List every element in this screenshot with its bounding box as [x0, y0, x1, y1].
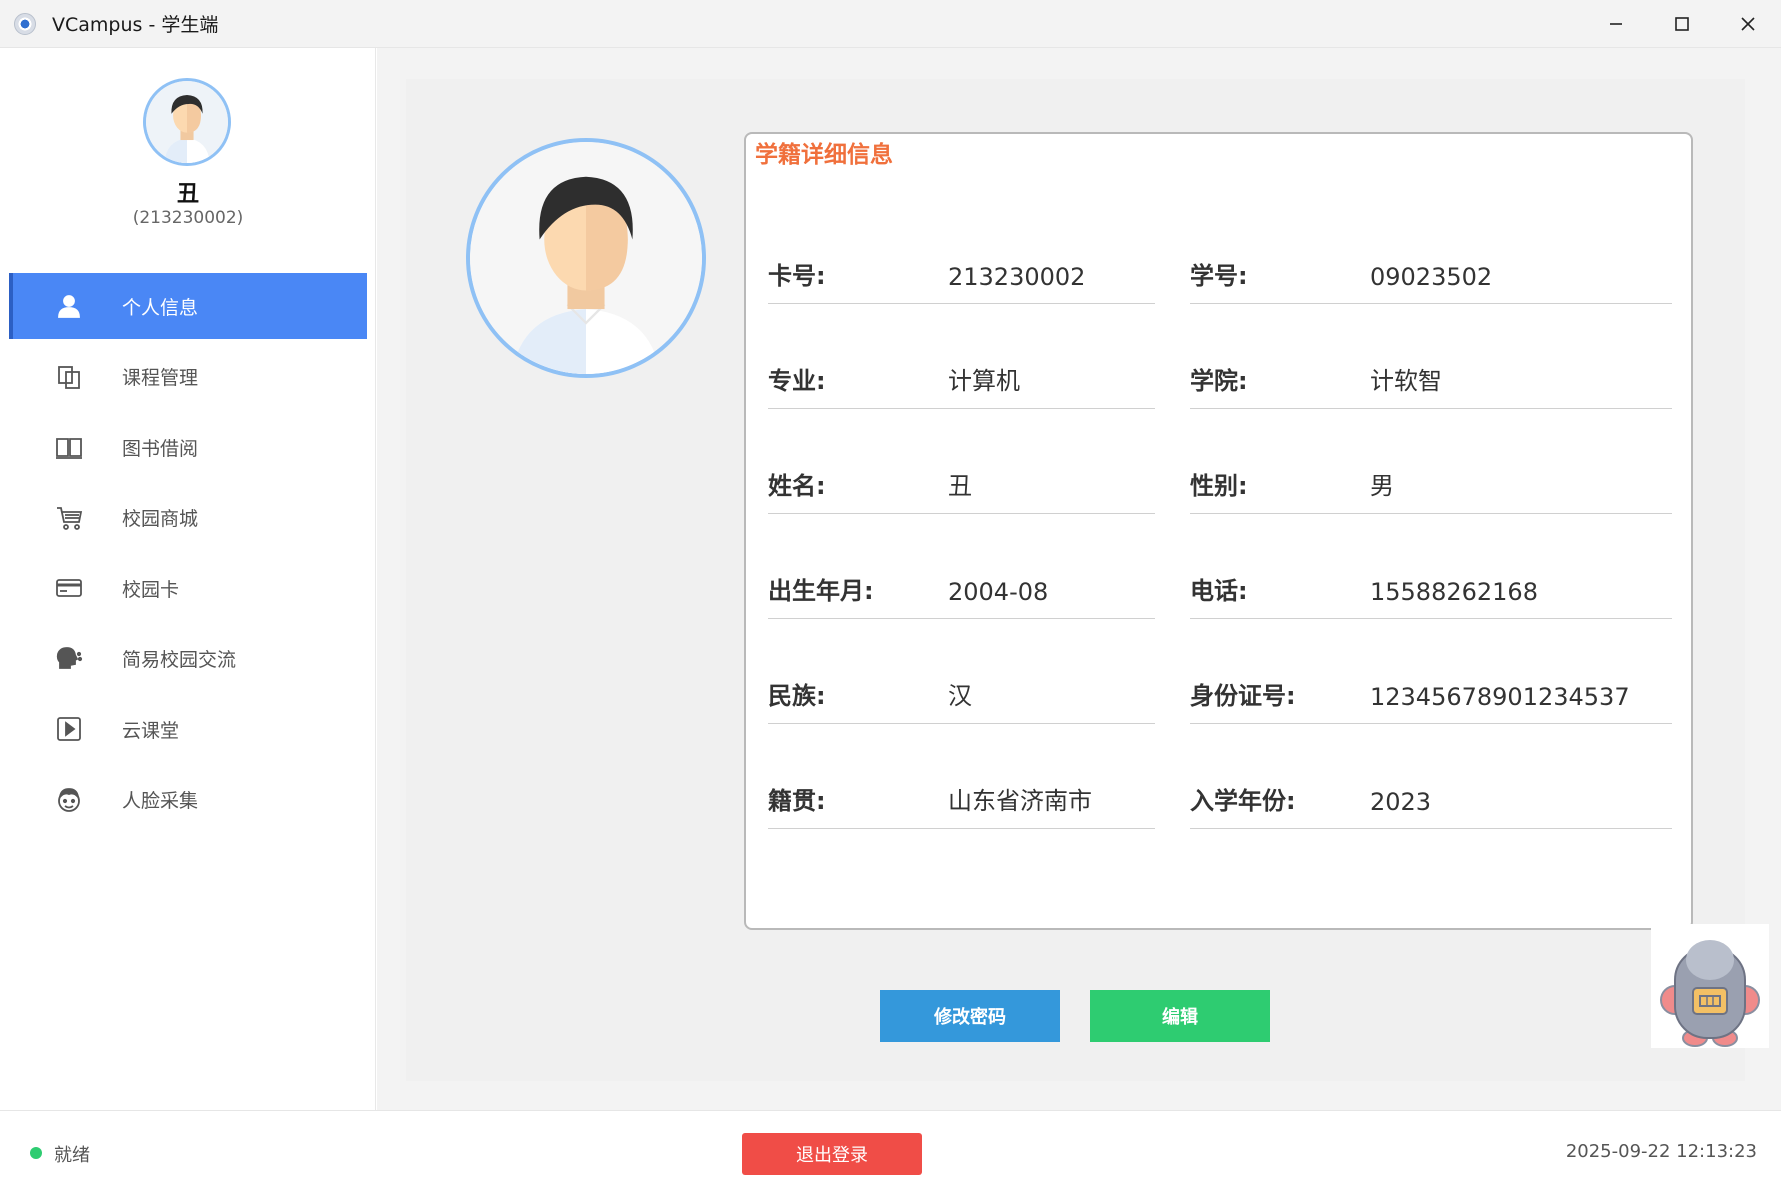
field-label: 学号: — [1190, 262, 1248, 290]
cart-icon — [54, 503, 84, 533]
field-value: 计软智 — [1370, 367, 1442, 395]
field-name: 姓名: 丑 — [768, 454, 1155, 514]
edit-button[interactable]: 编辑 — [1090, 990, 1270, 1042]
field-label: 入学年份: — [1190, 787, 1296, 815]
field-value: 213230002 — [948, 263, 1086, 291]
window-title: VCampus - 学生端 — [52, 14, 219, 36]
field-value: 2004-08 — [948, 578, 1049, 606]
field-native-place: 籍贯: 山东省济南市 — [768, 769, 1155, 829]
user-id: (213230002) — [132, 208, 244, 228]
sidebar-item-label: 校园商城 — [122, 508, 199, 530]
copy-pages-icon — [54, 362, 84, 392]
maximize-button[interactable] — [1649, 0, 1715, 48]
field-label: 卡号: — [768, 262, 826, 290]
field-student-number: 学号: 09023502 — [1190, 244, 1672, 304]
field-phone: 电话: 15588262168 — [1190, 559, 1672, 619]
field-label: 学院: — [1190, 367, 1248, 395]
user-avatar-icon — [146, 81, 228, 163]
assistant-robot[interactable] — [1655, 928, 1765, 1048]
field-value: 12345678901234537 — [1370, 683, 1630, 711]
field-label: 出生年月: — [768, 577, 874, 605]
field-label: 身份证号: — [1190, 682, 1296, 710]
field-value: 男 — [1370, 472, 1394, 500]
sidebar-item-library[interactable]: 图书借阅 — [9, 414, 367, 480]
minimize-icon — [1610, 23, 1622, 25]
sidebar-item-label: 云课堂 — [122, 719, 180, 742]
field-value: 计算机 — [948, 367, 1020, 395]
window-controls — [1583, 0, 1781, 48]
chat-head-icon — [54, 644, 84, 674]
close-window-button[interactable] — [1715, 0, 1781, 48]
field-id-number: 身份证号: 12345678901234537 — [1190, 664, 1672, 724]
sidebar-item-label: 个人信息 — [122, 296, 199, 319]
field-gender: 性别: 男 — [1190, 454, 1672, 514]
field-value: 山东省济南市 — [948, 787, 1092, 815]
field-value: 丑 — [948, 472, 972, 500]
sidebar-item-face-capture[interactable]: 人脸采集 — [9, 767, 367, 833]
sidebar-item-label: 人脸采集 — [122, 790, 199, 812]
sidebar-item-shop[interactable]: 校园商城 — [9, 485, 367, 551]
sidebar-item-label: 课程管理 — [122, 367, 199, 389]
field-value: 15588262168 — [1370, 578, 1538, 606]
sidebar-nav: 个人信息 课程管理 图书借阅 校园商城 校园卡 简易校园交流 云课堂 人脸采集 — [9, 273, 367, 837]
field-label: 民族: — [768, 682, 826, 710]
card-icon — [54, 573, 84, 603]
sidebar-item-label: 校园卡 — [122, 578, 180, 601]
user-name: 丑 — [176, 182, 199, 207]
sidebar-item-label: 图书借阅 — [122, 437, 199, 460]
field-label: 电话: — [1190, 577, 1248, 605]
logout-button[interactable]: 退出登录 — [742, 1133, 922, 1175]
sidebar-item-label: 简易校园交流 — [122, 649, 237, 671]
face-icon — [54, 785, 84, 815]
field-label: 姓名: — [768, 472, 826, 500]
sidebar-item-cloud-class[interactable]: 云课堂 — [9, 696, 367, 762]
close-icon — [1741, 17, 1755, 31]
book-icon — [54, 432, 84, 462]
field-label: 性别: — [1190, 472, 1248, 500]
user-avatar-icon — [470, 142, 702, 374]
field-label: 籍贯: — [768, 787, 826, 815]
status-bar: 就绪 退出登录 2025-09-22 12:13:23 — [0, 1110, 1781, 1190]
field-value: 2023 — [1370, 788, 1432, 816]
sidebar-item-personal-info[interactable]: 个人信息 — [9, 273, 367, 339]
person-icon — [54, 291, 84, 321]
play-icon — [54, 714, 84, 744]
sidebar: 丑 (213230002) 个人信息 课程管理 图书借阅 校园商城 校园卡 简易… — [0, 48, 376, 1110]
field-birth-date: 出生年月: 2004-08 — [768, 559, 1155, 619]
field-value: 汉 — [948, 682, 972, 710]
minimize-button[interactable] — [1583, 0, 1649, 48]
status-datetime: 2025-09-22 12:13:23 — [1565, 1141, 1757, 1162]
field-value: 09023502 — [1370, 263, 1493, 291]
field-ethnicity: 民族: 汉 — [768, 664, 1155, 724]
info-card-title: 学籍详细信息 — [755, 142, 893, 168]
profile-avatar — [466, 138, 706, 378]
field-enrollment-year: 入学年份: 2023 — [1190, 769, 1672, 829]
field-major: 专业: 计算机 — [768, 349, 1155, 409]
title-bar: VCampus - 学生端 — [0, 0, 1781, 48]
field-card-number: 卡号: 213230002 — [768, 244, 1155, 304]
robot-icon — [1660, 940, 1760, 1047]
student-info-card: 学籍详细信息 卡号: 213230002 学号: 09023502 专业: 计算… — [744, 132, 1693, 930]
avatar — [143, 78, 231, 166]
field-label: 专业: — [768, 367, 826, 395]
status-indicator-icon — [30, 1147, 42, 1159]
change-password-button[interactable]: 修改密码 — [880, 990, 1060, 1042]
maximize-icon — [1675, 17, 1689, 31]
sidebar-item-forum[interactable]: 简易校园交流 — [9, 626, 367, 692]
field-college: 学院: 计软智 — [1190, 349, 1672, 409]
sidebar-item-campus-card[interactable]: 校园卡 — [9, 555, 367, 621]
status-text: 就绪 — [54, 1145, 90, 1166]
sidebar-item-courses[interactable]: 课程管理 — [9, 344, 367, 410]
app-logo-icon — [14, 12, 36, 35]
